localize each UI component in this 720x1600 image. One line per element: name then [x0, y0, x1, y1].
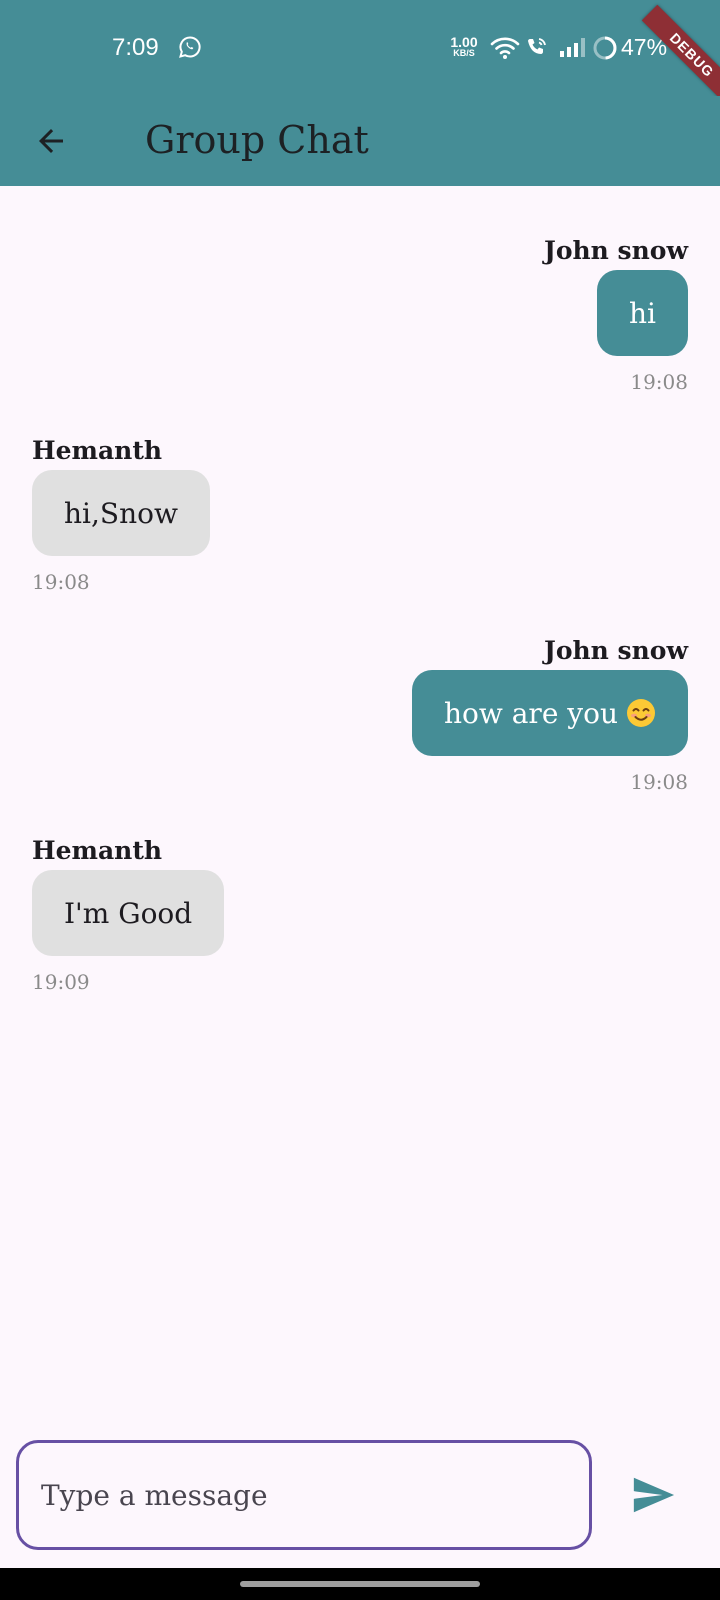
message-text: hi,Snow: [64, 496, 178, 530]
status-time: 7:09: [112, 34, 159, 61]
message-item: John snow hi 19:08: [32, 236, 688, 394]
send-button[interactable]: [620, 1462, 686, 1528]
whatsapp-icon: [178, 35, 202, 59]
net-speed: 1.00 KB/S: [446, 35, 482, 58]
message-sender: John snow: [543, 636, 688, 665]
message-sender: John snow: [543, 236, 688, 265]
wifi-call-icon: [526, 36, 548, 58]
net-speed-value: 1.00: [450, 34, 478, 50]
message-item: John snow how are you 19:08: [32, 636, 688, 794]
smiling-face-emoji: [626, 698, 656, 728]
message-time: 19:09: [32, 970, 90, 994]
navigation-bar: [0, 1568, 720, 1600]
message-item: Hemanth I'm Good 19:09: [32, 836, 688, 994]
send-icon: [633, 1477, 675, 1513]
back-button[interactable]: [24, 114, 78, 168]
status-bar: 7:09 1.00 KB/S 47%: [0, 0, 720, 96]
message-sender: Hemanth: [32, 436, 163, 465]
home-gesture-handle[interactable]: [240, 1581, 480, 1587]
arrow-back-icon: [39, 129, 63, 153]
battery-icon: [592, 35, 618, 61]
message-bubble[interactable]: hi,Snow: [32, 470, 210, 556]
message-bubble[interactable]: I'm Good: [32, 870, 225, 956]
message-input[interactable]: [16, 1440, 592, 1550]
message-bubble[interactable]: hi: [597, 270, 688, 356]
message-time: 19:08: [32, 570, 90, 594]
message-text: how are you: [443, 696, 618, 730]
page-title: Group Chat: [145, 118, 369, 162]
app-bar: Group Chat: [0, 96, 720, 186]
message-bubble[interactable]: how are you: [411, 670, 688, 756]
message-time: 19:08: [630, 770, 688, 794]
message-time: 19:08: [630, 370, 688, 394]
message-sender: Hemanth: [32, 836, 163, 865]
wifi-icon: [490, 36, 520, 60]
message-list: John snow hi 19:08 Hemanth hi,Snow 19:08…: [0, 186, 720, 1422]
signal-icon: [558, 36, 588, 58]
message-text: hi: [629, 296, 656, 330]
net-speed-unit: KB/S: [453, 48, 475, 58]
message-item: Hemanth hi,Snow 19:08: [32, 436, 688, 594]
message-text: I'm Good: [64, 896, 193, 930]
